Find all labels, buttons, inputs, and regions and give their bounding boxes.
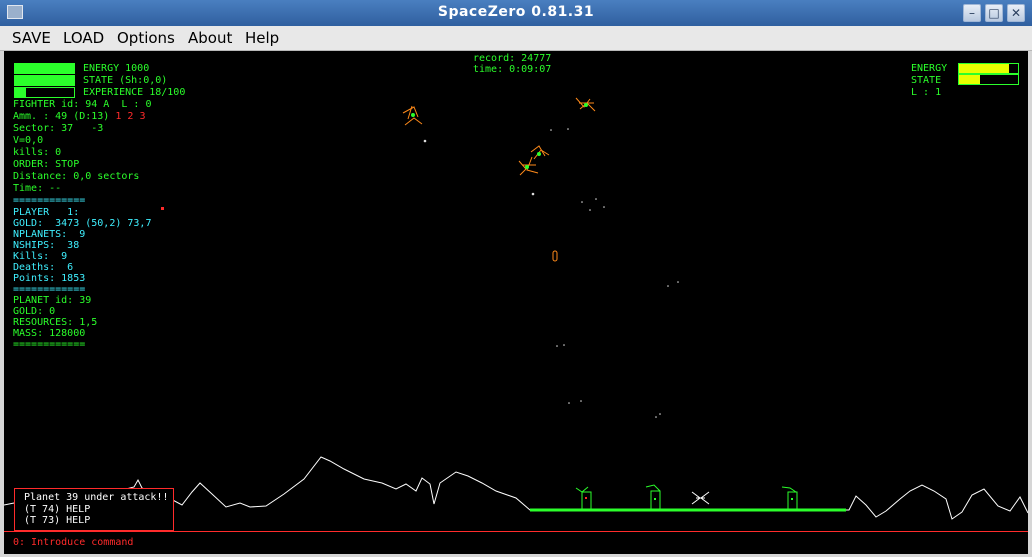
target-energy-fill (959, 64, 1010, 73)
enemy-ship-core (411, 113, 415, 117)
game-viewport[interactable]: ENERGY 1000 STATE (Sh:0,0) EXPERIENCE 18… (4, 51, 1028, 554)
menu-about[interactable]: About (188, 29, 232, 47)
tower-light (654, 498, 656, 500)
target-state-label: STATE (911, 75, 942, 86)
command-prompt[interactable]: 0: Introduce command (13, 537, 133, 549)
game-time: time: 0:09:07 (473, 64, 552, 75)
tower-building (645, 484, 661, 510)
separator: ============ (13, 195, 86, 206)
menu-save[interactable]: SAVE (12, 29, 51, 47)
target-state-fill (959, 75, 980, 84)
target-energy-label: ENERGY (911, 63, 948, 74)
energy-label: ENERGY 1000 (83, 63, 150, 74)
close-icon[interactable]: ✕ (1007, 4, 1025, 22)
enemy-ship-core (537, 152, 541, 156)
window-title: SpaceZero 0.81.31 (437, 4, 595, 20)
menu-load[interactable]: LOAD (63, 29, 104, 47)
message-box: Planet 39 under attack!! (T 74) HELP (T … (14, 488, 174, 531)
tower-building (575, 486, 592, 510)
radar-blip (161, 207, 164, 210)
ammo-info: Amm. : 49 (D:13) 1 2 3 (13, 111, 145, 123)
state-bar (14, 75, 75, 86)
velocity-info: V=0,0 (13, 135, 44, 146)
order-info: ORDER: STOP (13, 159, 80, 170)
fighter-info: FIGHTER id: 94 A L : 0 (13, 99, 152, 110)
experience-bar (14, 87, 75, 98)
distance-info: Distance: 0,0 sectors (13, 171, 140, 182)
sector-info: Sector: 37 -3 (13, 123, 104, 134)
title-bar: SpaceZero 0.81.31 – □ ✕ (0, 0, 1032, 26)
separator: ============ (13, 339, 86, 350)
target-energy-bar (958, 63, 1019, 74)
experience-bar-fill (15, 88, 26, 97)
star-field (423, 128, 679, 418)
command-line[interactable]: 0: Introduce command (4, 531, 1028, 554)
enemy-ship-core (525, 165, 529, 169)
ammo-count: Amm. : 49 (D:13) (13, 111, 110, 122)
menu-help[interactable]: Help (245, 29, 279, 47)
energy-bar-fill (15, 64, 74, 73)
game-scene (4, 97, 1028, 520)
minimize-icon[interactable]: – (963, 4, 981, 22)
message-line: (T 73) HELP (24, 515, 91, 526)
tower-light (791, 498, 793, 500)
target-state-bar (958, 74, 1019, 85)
landed-fighter (691, 491, 710, 505)
message-line: Planet 39 under attack!! (24, 492, 169, 503)
enemy-ship-core (584, 103, 588, 107)
projectile (552, 250, 558, 262)
menu-options[interactable]: Options (117, 29, 175, 47)
target-level: L : 1 (911, 87, 942, 98)
weapon-slots: 1 2 3 (115, 111, 146, 122)
tower-building (781, 486, 798, 510)
maximize-icon[interactable]: □ (985, 4, 1003, 22)
state-label: STATE (Sh:0,0) (83, 75, 168, 86)
energy-bar (14, 63, 75, 74)
time-info: Time: -- (13, 183, 62, 194)
menu-bar: SAVE LOAD Options About Help (0, 26, 1032, 51)
kills-info: kills: 0 (13, 147, 62, 158)
experience-label: EXPERIENCE 18/100 (83, 87, 186, 98)
tower-light (585, 497, 587, 499)
state-bar-fill (15, 76, 74, 85)
